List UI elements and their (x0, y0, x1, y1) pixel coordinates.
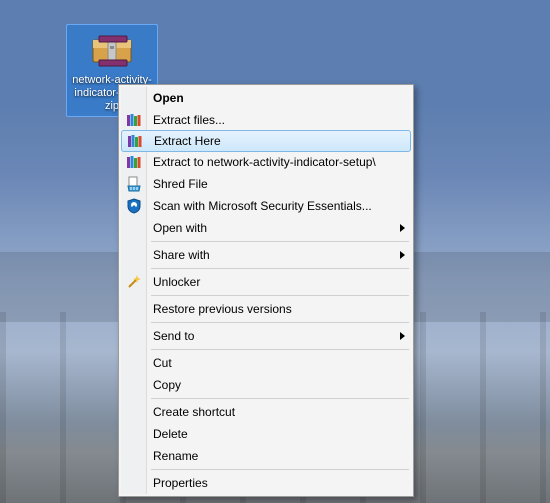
menu-item-open-with[interactable]: Open with (121, 217, 411, 239)
menu-item-create-shortcut[interactable]: Create shortcut (121, 401, 411, 423)
menu-item-label: Unlocker (153, 275, 200, 289)
menu-item-properties[interactable]: Properties (121, 472, 411, 494)
menu-item-label: Extract Here (154, 134, 221, 148)
menu-item-send-to[interactable]: Send to (121, 325, 411, 347)
menu-item-label: Shred File (153, 177, 208, 191)
menu-item-label: Create shortcut (153, 405, 235, 419)
menu-item-label: Scan with Microsoft Security Essentials.… (153, 199, 372, 213)
winrar-books-icon (126, 112, 142, 128)
menu-item-label: Extract to network-activity-indicator-se… (153, 155, 376, 169)
menu-item-rename[interactable]: Rename (121, 445, 411, 467)
menu-item-label: Copy (153, 378, 181, 392)
menu-item-label: Open (153, 91, 184, 105)
submenu-arrow-icon (400, 251, 405, 259)
menu-item-label: Delete (153, 427, 188, 441)
submenu-arrow-icon (400, 224, 405, 232)
menu-item-share-with[interactable]: Share with (121, 244, 411, 266)
menu-item-extract-to[interactable]: Extract to network-activity-indicator-se… (121, 151, 411, 173)
winrar-books-icon (126, 154, 142, 170)
menu-item-label: Extract files... (153, 113, 225, 127)
menu-item-label: Open with (153, 221, 207, 235)
submenu-arrow-icon (400, 332, 405, 340)
menu-item-cut[interactable]: Cut (121, 352, 411, 374)
menu-item-open[interactable]: Open (121, 87, 411, 109)
file-shred-icon (126, 176, 142, 192)
menu-item-label: Cut (153, 356, 172, 370)
menu-item-unlocker[interactable]: Unlocker (121, 271, 411, 293)
winrar-books-icon (127, 133, 143, 149)
unlocker-wand-icon (126, 274, 142, 290)
menu-item-scan-mse[interactable]: Scan with Microsoft Security Essentials.… (121, 195, 411, 217)
menu-item-label: Properties (153, 476, 208, 490)
menu-item-extract-files[interactable]: Extract files... (121, 109, 411, 131)
mse-shield-icon (126, 198, 142, 214)
desktop[interactable]: network-activity-indicator-setup.zip Ope… (0, 0, 550, 503)
menu-item-label: Share with (153, 248, 210, 262)
menu-item-label: Send to (153, 329, 194, 343)
menu-item-restore-versions[interactable]: Restore previous versions (121, 298, 411, 320)
menu-item-copy[interactable]: Copy (121, 374, 411, 396)
menu-item-delete[interactable]: Delete (121, 423, 411, 445)
menu-item-label: Restore previous versions (153, 302, 292, 316)
menu-item-shred-file[interactable]: Shred File (121, 173, 411, 195)
menu-item-label: Rename (153, 449, 198, 463)
winrar-archive-icon (90, 30, 134, 70)
menu-item-extract-here[interactable]: Extract Here (121, 130, 411, 152)
context-menu: Open Extract files... Extract Here (118, 84, 414, 497)
